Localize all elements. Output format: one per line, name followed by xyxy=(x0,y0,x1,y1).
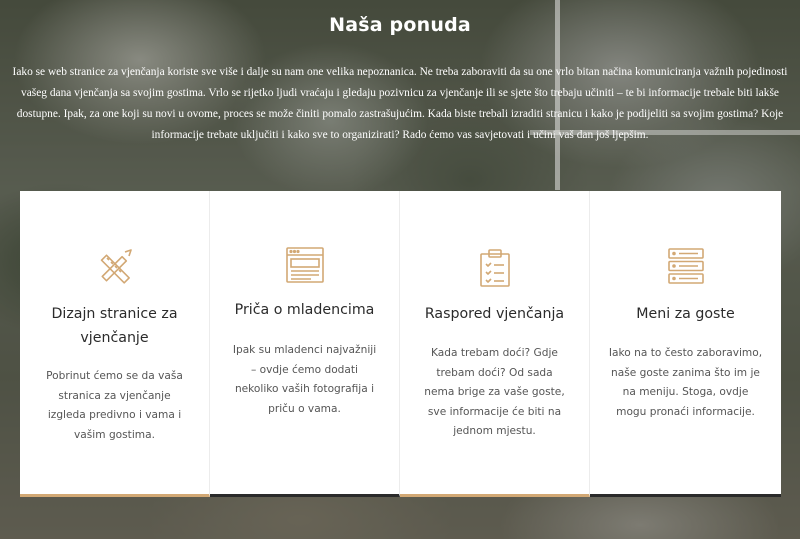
card-title: Meni za goste xyxy=(636,306,735,322)
browser-window-icon xyxy=(210,246,399,284)
card-text: Iako na to često zaboravimo, naše goste … xyxy=(608,347,763,418)
card-text: Kada trebam doći? Gdje trebam doći? Od s… xyxy=(424,347,565,437)
card-title: Raspored vjenčanja xyxy=(424,306,565,322)
service-card-design: Dizajn stranice za vjenčanje Pobrinut će… xyxy=(20,191,210,497)
card-title: Dizajn stranice za vjenčanje xyxy=(51,306,178,346)
service-cards: Dizajn stranice za vjenčanje Pobrinut će… xyxy=(20,191,781,497)
design-tools-icon xyxy=(20,248,209,288)
section-title: Naša ponuda xyxy=(329,14,471,36)
card-title: Priča o mladencima xyxy=(234,302,375,318)
card-text: Ipak su mladenci najvažniji – ovdje ćemo… xyxy=(232,344,377,415)
section-intro: Iako se web stranice za vjenčanja korist… xyxy=(12,66,788,141)
service-card-menu: Meni za goste Iako na to često zaboravim… xyxy=(590,191,781,497)
page: Naša ponuda Iako se web stranice za vjen… xyxy=(0,0,800,539)
service-card-story: Priča o mladencima Ipak su mladenci najv… xyxy=(210,191,400,497)
card-text: Pobrinut ćemo se da vaša stranica za vje… xyxy=(46,370,183,441)
clipboard-checklist-icon xyxy=(400,248,589,288)
service-card-schedule: Raspored vjenčanja Kada trebam doći? Gdj… xyxy=(400,191,590,497)
server-list-icon xyxy=(590,247,781,285)
